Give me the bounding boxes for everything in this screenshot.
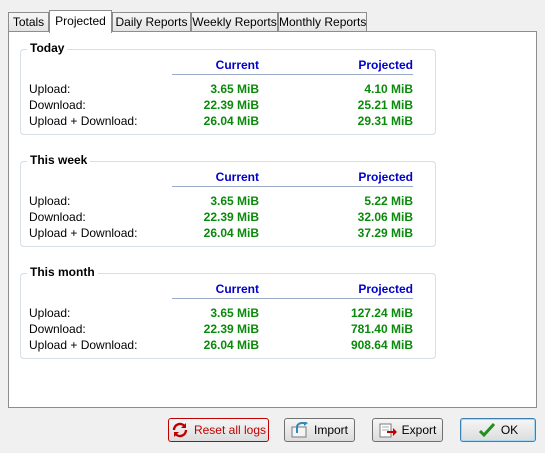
export-button[interactable]: Export	[372, 418, 443, 442]
header-divider	[172, 186, 413, 187]
tab-totals[interactable]: Totals	[8, 12, 49, 31]
header-divider	[172, 298, 413, 299]
total-label: Upload + Download:	[29, 114, 138, 128]
group-this-week: This week Current Projected Upload: Down…	[20, 153, 436, 247]
export-icon	[379, 422, 397, 438]
upload-label: Upload:	[29, 194, 71, 208]
import-icon	[291, 421, 309, 438]
ok-button[interactable]: OK	[460, 418, 536, 442]
current-upload-value: 3.65 MiB	[210, 82, 259, 96]
refresh-icon	[171, 422, 189, 438]
upload-label: Upload:	[29, 306, 71, 320]
projected-total-value: 37.29 MiB	[357, 226, 413, 240]
tab-projected[interactable]: Projected	[49, 10, 112, 33]
reset-all-logs-label: Reset all logs	[193, 423, 267, 437]
current-header: Current	[215, 58, 259, 72]
ok-label: OK	[500, 423, 519, 437]
projected-header: Projected	[358, 58, 413, 72]
current-download-value: 22.39 MiB	[203, 210, 259, 224]
projected-upload-value: 4.10 MiB	[364, 82, 413, 96]
projected-download-value: 25.21 MiB	[357, 98, 413, 112]
import-label: Import	[313, 423, 348, 437]
current-total-value: 26.04 MiB	[203, 338, 259, 352]
tab-weekly-reports[interactable]: Weekly Reports	[191, 12, 278, 31]
projected-download-value: 32.06 MiB	[357, 210, 413, 224]
group-title: Today	[27, 41, 68, 55]
tab-daily-reports[interactable]: Daily Reports	[112, 12, 191, 31]
download-label: Download:	[29, 210, 86, 224]
total-label: Upload + Download:	[29, 226, 138, 240]
projected-total-value: 29.31 MiB	[357, 114, 413, 128]
reset-all-logs-button[interactable]: Reset all logs	[168, 418, 269, 442]
checkmark-icon	[478, 422, 496, 438]
import-button[interactable]: Import	[284, 418, 355, 442]
projected-upload-value: 127.24 MiB	[350, 306, 413, 320]
total-label: Upload + Download:	[29, 338, 138, 352]
current-total-value: 26.04 MiB	[203, 226, 259, 240]
current-header: Current	[215, 282, 259, 296]
group-this-month: This month Current Projected Upload: Dow…	[20, 265, 436, 359]
projected-header: Projected	[358, 282, 413, 296]
projected-header: Projected	[358, 170, 413, 184]
projected-total-value: 908.64 MiB	[350, 338, 413, 352]
current-total-value: 26.04 MiB	[203, 114, 259, 128]
projected-upload-value: 5.22 MiB	[364, 194, 413, 208]
group-today: Today Current Projected Upload: Download…	[20, 41, 436, 135]
projected-download-value: 781.40 MiB	[350, 322, 413, 336]
download-label: Download:	[29, 98, 86, 112]
current-download-value: 22.39 MiB	[203, 322, 259, 336]
current-upload-value: 3.65 MiB	[210, 194, 259, 208]
header-divider	[172, 74, 413, 75]
export-label: Export	[401, 423, 437, 437]
current-header: Current	[215, 170, 259, 184]
download-label: Download:	[29, 322, 86, 336]
group-title: This month	[27, 265, 98, 279]
tab-monthly-reports[interactable]: Monthly Reports	[278, 12, 367, 31]
upload-label: Upload:	[29, 82, 71, 96]
group-title: This week	[27, 153, 91, 167]
current-download-value: 22.39 MiB	[203, 98, 259, 112]
projected-panel: Today Current Projected Upload: Download…	[8, 31, 537, 408]
current-upload-value: 3.65 MiB	[210, 306, 259, 320]
